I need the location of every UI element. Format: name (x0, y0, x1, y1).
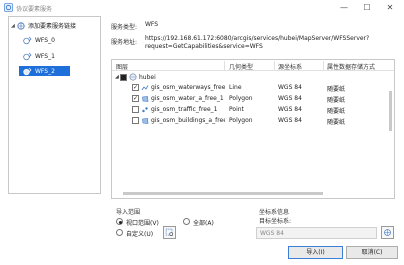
layer-storage: 随要纸 (327, 119, 346, 126)
tree-root-label: 添加要素服务链接 (28, 23, 77, 30)
target-crs-field[interactable]: WGS 84 (256, 227, 377, 239)
tree-item-wfs-2[interactable]: WFS_2 (19, 66, 70, 76)
line-layer-icon (141, 85, 149, 91)
layer-crs: WGS 84 (278, 84, 302, 91)
polygon-layer-icon (142, 96, 149, 102)
crs-section-title: 坐标系信息 (259, 209, 290, 216)
all-range-label[interactable]: 全部(A) (193, 218, 214, 227)
point-layer-icon (142, 107, 148, 113)
table-header: 图层 几何类型 源坐标系 属性数据存储方式 (112, 60, 394, 71)
all-range-radio[interactable] (183, 218, 190, 225)
wfs-service-icon (23, 67, 32, 75)
crs-settings-icon[interactable] (381, 226, 394, 239)
layer-checkbox[interactable] (132, 106, 139, 113)
layer-crs: WGS 84 (278, 117, 302, 124)
wfs-service-icon (23, 52, 32, 60)
service-type-label: 服务类型: (111, 24, 138, 31)
column-separator[interactable] (224, 61, 225, 70)
custom-range-label[interactable]: 自定义(U) (126, 229, 153, 238)
viewport-range-radio[interactable] (116, 218, 123, 225)
tree-item-label: WFS_1 (35, 52, 55, 60)
target-crs-label: 目标坐标系: (259, 218, 292, 225)
column-separator[interactable] (274, 61, 275, 70)
layer-storage: 随要纸 (327, 108, 346, 115)
layer-name: gis_osm_buildings_a_free (151, 117, 225, 124)
tree-item-label: WFS_2 (35, 67, 55, 75)
wfs-service-icon (23, 36, 32, 44)
layer-name: gis_osm_traffic_free_1 (151, 106, 218, 113)
column-header-source-crs[interactable]: 源坐标系 (278, 62, 302, 71)
scrollbar-thumb[interactable] (123, 192, 323, 195)
table-row[interactable]: gis_osm_traffic_free_1 Point WGS 84 随要纸 (112, 105, 388, 115)
horizontal-scrollbar[interactable] (113, 191, 383, 197)
layer-crs: WGS 84 (278, 106, 302, 113)
layer-group-icon (129, 73, 137, 81)
tree-item-wfs-1[interactable]: WFS_1 (23, 51, 55, 61)
layer-crs: WGS 84 (278, 95, 302, 102)
layer-name: gis_osm_water_a_free_1 (151, 95, 224, 102)
layer-checkbox[interactable] (132, 117, 139, 124)
layer-geometry: Polygon (229, 95, 253, 102)
polygon-layer-icon (142, 118, 149, 124)
tree-item-wfs-0[interactable]: WFS_0 (23, 35, 55, 45)
group-checkbox[interactable] (120, 73, 127, 81)
scrollbar-thumb[interactable] (389, 91, 392, 131)
column-header-storage[interactable]: 属性数据存储方式 (327, 62, 375, 71)
cancel-button[interactable]: 取消(C) (346, 246, 398, 259)
vertical-scrollbar[interactable] (388, 71, 393, 181)
table-row[interactable]: gis_osm_buildings_a_free Polygon WGS 84 … (112, 116, 388, 126)
table-row[interactable]: ✓ gis_osm_waterways_free_ Line WGS 84 随要… (112, 83, 388, 93)
service-tree: ◢ 添加要素服务链接 WFS_0 WFS_1 WFS_2 (8, 16, 101, 194)
service-url-label: 服务地址: (111, 39, 138, 46)
maximize-button[interactable]: ☐ (360, 3, 374, 13)
title-bar: 协议要素服务 — ☐ ✕ (0, 0, 404, 16)
layer-group-row[interactable]: ◢ hubei (115, 72, 156, 82)
layer-checkbox[interactable]: ✓ (132, 84, 139, 91)
layer-group-label: hubei (139, 73, 156, 81)
server-icon (17, 21, 25, 30)
layer-storage: 随要纸 (327, 97, 346, 104)
layer-name: gis_osm_waterways_free_ (151, 84, 225, 91)
tree-root[interactable]: ◢ 添加要素服务链接 (11, 21, 76, 30)
layers-table: 图层 几何类型 源坐标系 属性数据存储方式 ◢ hubei ✓ gis_osm_… (111, 59, 395, 199)
layer-geometry: Point (229, 106, 244, 113)
layer-geometry: Polygon (229, 117, 253, 124)
column-header-layer[interactable]: 图层 (116, 62, 128, 71)
viewport-range-label[interactable]: 视口范围(V) (126, 218, 159, 227)
tree-item-label: WFS_0 (35, 36, 55, 44)
table-row[interactable]: ✓ gis_osm_water_a_free_1 Polygon WGS 84 … (112, 94, 388, 104)
custom-range-radio[interactable] (116, 229, 123, 236)
import-button[interactable]: 导入(I) (288, 246, 343, 259)
window-title: 协议要素服务 (16, 6, 53, 13)
app-icon (4, 3, 13, 12)
minimize-button[interactable]: — (337, 3, 351, 13)
layer-checkbox[interactable]: ✓ (132, 95, 139, 102)
draw-extent-icon[interactable] (163, 226, 176, 239)
close-button[interactable]: ✕ (383, 3, 397, 13)
import-range-title: 导入范围 (116, 209, 141, 216)
column-separator[interactable] (323, 61, 324, 70)
column-header-geometry[interactable]: 几何类型 (229, 62, 253, 71)
service-url-line2: request=GetCapabilities&service=WFS (145, 43, 263, 50)
layer-storage: 随要纸 (327, 86, 346, 93)
layer-geometry: Line (229, 84, 242, 91)
service-type-value: WFS (145, 21, 159, 28)
